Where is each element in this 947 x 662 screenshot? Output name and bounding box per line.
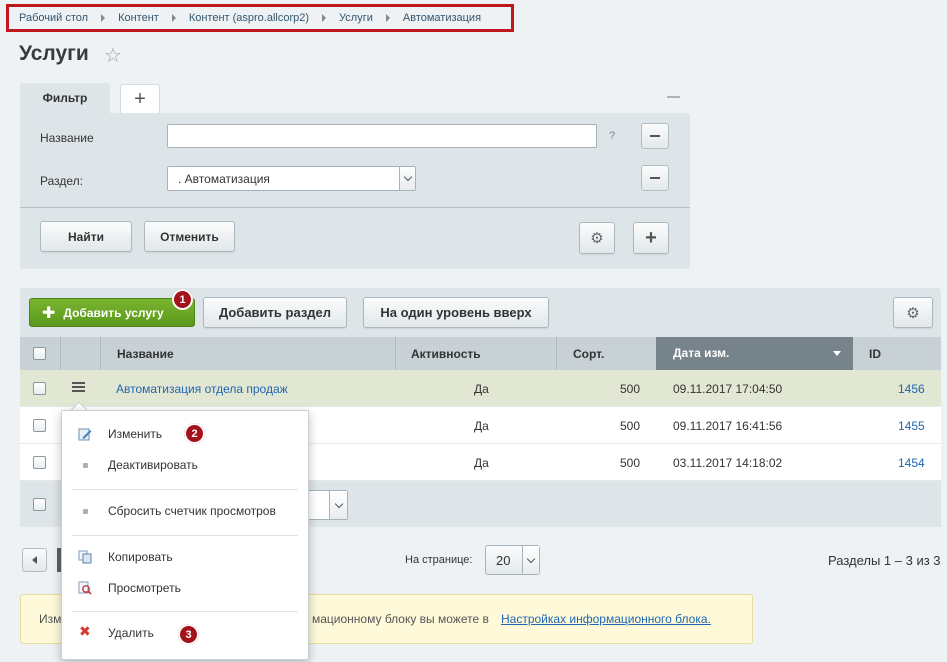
breadcrumb-item-content[interactable]: Контент [118, 12, 159, 24]
chevron-down-icon [329, 491, 347, 519]
chevron-right-icon [171, 14, 176, 22]
per-page-value: 20 [496, 553, 511, 568]
menu-item-delete[interactable]: Удалить [108, 626, 154, 640]
add-service-button[interactable]: ✚ Добавить услугу [29, 298, 195, 327]
column-active[interactable]: Активность [411, 337, 481, 370]
step-badge-1: 1 [172, 289, 193, 310]
table-row[interactable]: Автоматизация отдела продаж Да 500 09.11… [20, 370, 941, 407]
find-button[interactable]: Найти [40, 221, 132, 252]
row-checkbox[interactable] [33, 419, 46, 432]
column-id[interactable]: ID [869, 337, 881, 370]
row-sort: 500 [620, 419, 641, 433]
name-input[interactable] [167, 124, 597, 148]
select-all-checkbox[interactable] [33, 347, 46, 360]
breadcrumb-item-content-aspro[interactable]: Контент (aspro.allcorp2) [189, 12, 309, 24]
add-section-button[interactable]: Добавить раздел [203, 297, 347, 328]
view-icon [78, 581, 92, 595]
section-label: Раздел: [40, 174, 83, 188]
minus-icon [650, 135, 660, 137]
row-date: 09.11.2017 16:41:56 [673, 419, 783, 433]
plus-icon: ✚ [42, 304, 56, 322]
row-name-link[interactable]: Автоматизация отдела продаж [116, 382, 288, 396]
iblock-settings-link[interactable]: Настройках информационного блока. [501, 612, 711, 626]
filter-settings-button[interactable]: ⚙ [579, 222, 615, 254]
minimize-icon[interactable] [667, 96, 680, 98]
bullet-icon [83, 509, 88, 514]
breadcrumb-item-desktop[interactable]: Рабочий стол [19, 12, 88, 24]
section-select-value: . Автоматизация [178, 172, 270, 186]
chevron-right-icon [322, 14, 327, 22]
row-checkbox[interactable] [33, 382, 46, 395]
per-page-select[interactable]: 20 [485, 545, 540, 575]
add-filter-field-button[interactable]: + [633, 222, 669, 254]
row-id-link[interactable]: 1454 [898, 456, 925, 470]
sort-desc-icon [833, 351, 841, 356]
star-icon[interactable]: ☆ [104, 43, 122, 68]
delete-icon: ✖ [79, 623, 91, 639]
menu-item-edit[interactable]: Изменить [108, 427, 162, 441]
chevron-left-icon [32, 556, 37, 564]
step-badge-3: 3 [178, 624, 199, 645]
gear-icon: ⚙ [906, 304, 920, 322]
plus-icon: + [134, 87, 146, 110]
row-active: Да [474, 419, 489, 433]
cancel-button[interactable]: Отменить [144, 221, 235, 252]
row-active: Да [474, 382, 489, 396]
name-label: Название [40, 131, 94, 145]
chevron-down-icon [399, 167, 415, 190]
plus-icon: + [645, 227, 657, 249]
level-up-button[interactable]: На один уровень вверх [363, 297, 549, 328]
breadcrumb-item-automation[interactable]: Автоматизация [403, 12, 481, 24]
section-select[interactable]: . Автоматизация [167, 166, 416, 191]
minus-icon [650, 177, 660, 179]
chevron-down-icon [522, 546, 539, 574]
edit-icon [78, 428, 92, 441]
remove-section-filter-button[interactable] [641, 165, 669, 191]
tab-filter[interactable]: Фильтр [20, 83, 110, 113]
row-checkbox[interactable] [33, 456, 46, 469]
copy-icon [78, 550, 92, 564]
per-page-label: На странице: [405, 554, 473, 566]
pagination-summary: Разделы 1 – 3 из 3 [828, 553, 941, 568]
menu-item-copy[interactable]: Копировать [108, 550, 173, 564]
page-title: Услуги [19, 42, 89, 65]
chevron-right-icon [101, 14, 106, 22]
column-date[interactable]: Дата изм. [656, 337, 853, 370]
column-name[interactable]: Название [117, 337, 174, 370]
row-date: 03.11.2017 14:18:02 [673, 456, 783, 470]
menu-item-view[interactable]: Просмотреть [108, 581, 181, 595]
add-filter-tab-button[interactable]: + [120, 84, 160, 113]
breadcrumb-item-services[interactable]: Услуги [339, 12, 373, 24]
row-date: 09.11.2017 17:04:50 [673, 382, 783, 396]
info-prefix: Изм [39, 612, 62, 626]
menu-item-deactivate[interactable]: Деактивировать [108, 458, 198, 472]
column-date-label: Дата изм. [673, 346, 730, 360]
row-sort: 500 [620, 456, 641, 470]
add-service-label: Добавить услугу [63, 305, 164, 320]
list-settings-button[interactable]: ⚙ [893, 297, 933, 328]
context-menu: Изменить 2 Деактивировать Сбросить счетч… [61, 410, 309, 660]
hamburger-menu-icon[interactable] [72, 382, 85, 392]
select-all-footer-checkbox[interactable] [33, 498, 46, 511]
chevron-right-icon [385, 14, 390, 22]
divider [20, 207, 690, 208]
menu-item-reset-views[interactable]: Сбросить счетчик просмотров [108, 504, 276, 518]
info-text: мационному блоку вы можете в [312, 612, 489, 626]
row-sort: 500 [620, 382, 641, 396]
column-sort[interactable]: Сорт. [573, 337, 604, 370]
step-badge-2: 2 [184, 423, 205, 444]
bullet-icon [83, 463, 88, 468]
row-id-link[interactable]: 1455 [898, 419, 925, 433]
row-id-link[interactable]: 1456 [898, 382, 925, 396]
help-icon[interactable]: ? [609, 130, 615, 142]
prev-page-button[interactable] [22, 548, 47, 572]
gear-icon: ⚙ [590, 230, 604, 247]
remove-name-filter-button[interactable] [641, 123, 669, 149]
breadcrumb: Рабочий стол Контент Контент (aspro.allc… [6, 4, 514, 32]
row-active: Да [474, 456, 489, 470]
